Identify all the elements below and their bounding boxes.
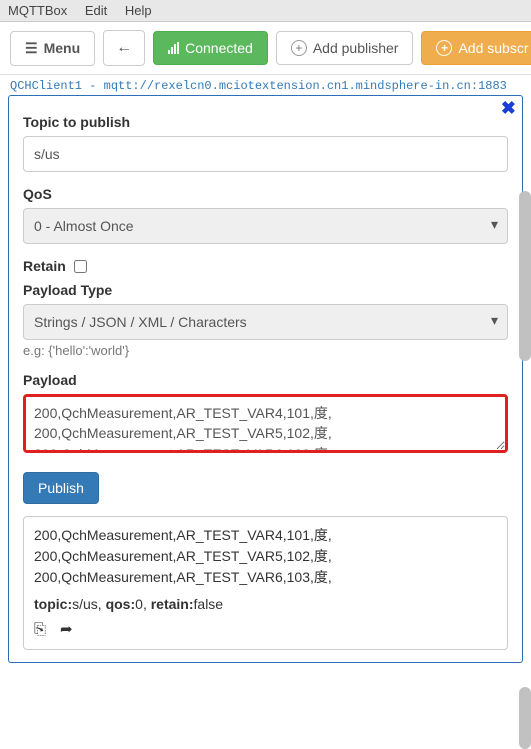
add-subscriber-label: Add subscr — [458, 40, 528, 56]
payload-type-hint: e.g: {'hello':'world'} — [23, 343, 508, 358]
payload-type-select-wrap: Strings / JSON / XML / Characters — [23, 304, 508, 340]
menu-button-label: Menu — [44, 40, 81, 56]
payload-type-label: Payload Type — [23, 282, 508, 298]
history-qos-label: qos: — [106, 596, 136, 612]
share-icon[interactable]: ➦ — [60, 619, 73, 642]
history-retain-value: false — [194, 596, 224, 612]
plus-circle-icon: + — [291, 40, 307, 56]
retain-row: Retain — [23, 258, 508, 274]
menu-edit[interactable]: Edit — [85, 3, 107, 18]
publish-button[interactable]: Publish — [23, 472, 99, 504]
publisher-panel-wrap: ✖ Topic to publish QoS 0 - Almost Once R… — [0, 95, 531, 671]
history-actions: ⎘ ➦ — [34, 619, 497, 642]
retain-label: Retain — [23, 258, 66, 274]
topic-label: Topic to publish — [23, 114, 508, 130]
add-subscriber-button[interactable]: + Add subscr — [421, 31, 531, 65]
menu-button[interactable]: ☰ Menu — [10, 31, 95, 66]
payload-label: Payload — [23, 372, 508, 388]
scrollbar-thumb-inner[interactable] — [519, 687, 531, 749]
history-meta: topic:s/us, qos:0, retain:false — [34, 594, 497, 615]
arrow-left-icon: ← — [116, 39, 132, 57]
close-icon[interactable]: ✖ — [501, 98, 516, 119]
publisher-panel: ✖ Topic to publish QoS 0 - Almost Once R… — [8, 95, 523, 663]
toolbar: ☰ Menu ← Connected + Add publisher + Add… — [0, 22, 531, 75]
payload-input[interactable] — [23, 394, 508, 453]
menu-help[interactable]: Help — [125, 3, 152, 18]
publish-history: 200,QchMeasurement,AR_TEST_VAR4,101,度, 2… — [23, 516, 508, 651]
add-publisher-button[interactable]: + Add publisher — [276, 31, 414, 65]
history-qos-value: 0 — [135, 596, 143, 612]
publish-button-label: Publish — [38, 480, 84, 496]
hamburger-icon: ☰ — [25, 40, 38, 57]
add-publisher-label: Add publisher — [313, 40, 399, 56]
qos-label: QoS — [23, 186, 508, 202]
connected-label: Connected — [185, 40, 253, 56]
payload-type-select[interactable]: Strings / JSON / XML / Characters — [23, 304, 508, 340]
history-retain-label: retain: — [151, 596, 194, 612]
back-button[interactable]: ← — [103, 30, 145, 66]
copy-icon[interactable]: ⎘ — [34, 619, 46, 642]
app-name: MQTTBox — [8, 3, 67, 18]
history-topic-value: s/us — [72, 596, 98, 612]
qos-select-wrap: 0 - Almost Once — [23, 208, 508, 244]
window-menubar: MQTTBox Edit Help — [0, 0, 531, 22]
connected-button[interactable]: Connected — [153, 31, 268, 65]
scrollbar-thumb[interactable] — [519, 191, 531, 361]
history-topic-label: topic: — [34, 596, 72, 612]
topic-input[interactable] — [23, 136, 508, 172]
history-payload: 200,QchMeasurement,AR_TEST_VAR4,101,度, 2… — [34, 525, 497, 588]
plus-circle-icon: + — [436, 40, 452, 56]
signal-icon — [168, 42, 179, 54]
retain-checkbox[interactable] — [74, 260, 87, 273]
qos-select[interactable]: 0 - Almost Once — [23, 208, 508, 244]
client-connection-string: QCHClient1 - mqtt://rexelcn0.mciotextens… — [0, 75, 531, 95]
